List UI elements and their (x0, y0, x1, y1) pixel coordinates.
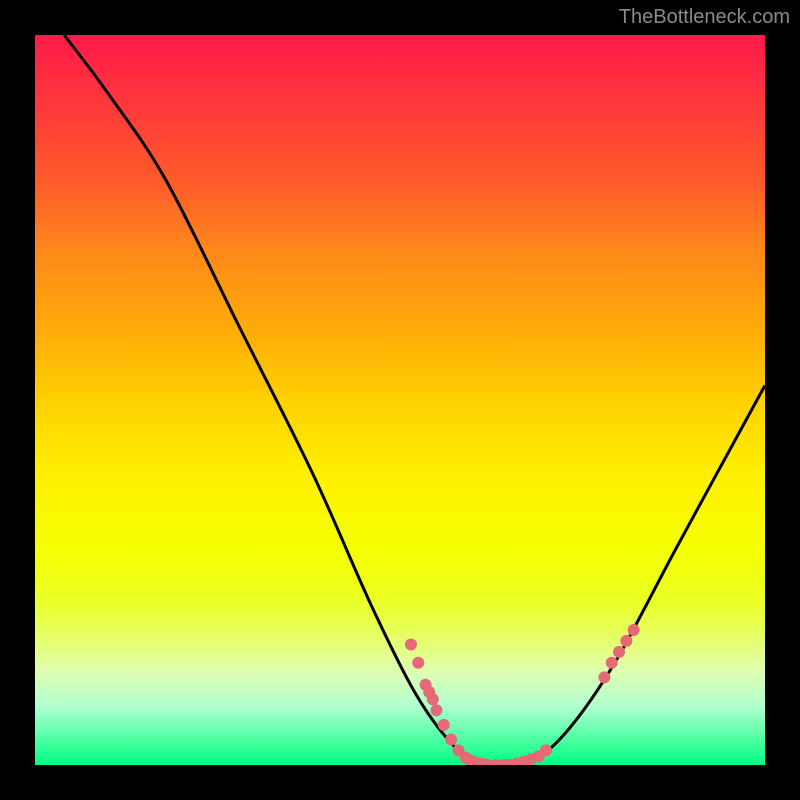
marker-group (405, 624, 640, 765)
data-marker (620, 635, 632, 647)
data-marker (613, 646, 625, 658)
data-marker (598, 671, 610, 683)
bottleneck-curve (64, 35, 765, 765)
data-marker (445, 733, 457, 745)
data-marker (540, 744, 552, 756)
data-marker (405, 639, 417, 651)
data-marker (431, 704, 443, 716)
curve-group (64, 35, 765, 765)
data-marker (606, 657, 618, 669)
chart-container: TheBottleneck.com (0, 0, 800, 800)
attribution-text: TheBottleneck.com (619, 6, 790, 29)
plot-area (35, 35, 765, 765)
data-marker (438, 719, 450, 731)
data-marker (628, 624, 640, 636)
data-marker (427, 693, 439, 705)
data-marker (412, 657, 424, 669)
chart-svg (35, 35, 765, 765)
